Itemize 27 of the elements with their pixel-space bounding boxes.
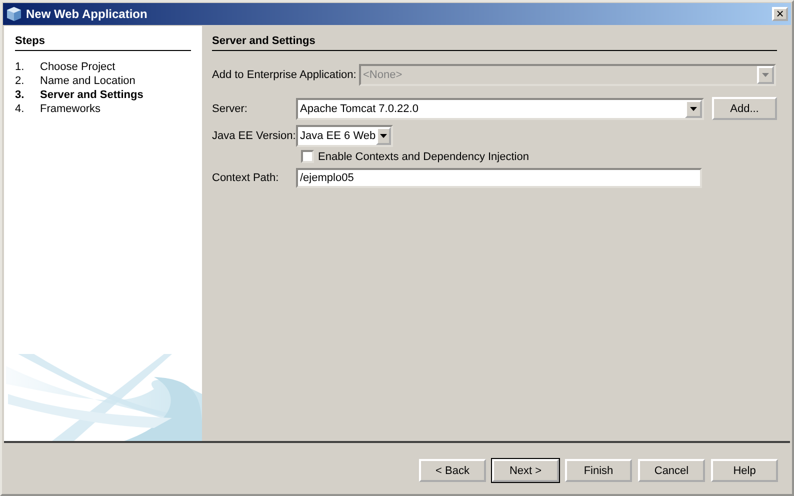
wizard-button[interactable]: < Back [419, 459, 486, 482]
dropdown-arrow-icon [690, 106, 697, 110]
dropdown[interactable]: Java EE 6 Web [296, 125, 393, 147]
steps-heading: Steps [15, 35, 191, 51]
dropdown-arrow-icon [380, 134, 387, 138]
checkbox-label: Enable Contexts and Dependency Injection [318, 150, 529, 162]
field-label: Add to Enterprise Application: [212, 69, 358, 81]
step-item: 1. Choose Project [15, 60, 116, 74]
dropdown[interactable]: Apache Tomcat 7.0.22.0 [296, 98, 704, 120]
checkbox[interactable] [301, 150, 314, 163]
context-path-field[interactable]: /ejemplo05 [296, 168, 702, 188]
window-title: New Web Application [26, 7, 148, 21]
add-button[interactable]: Add... [712, 97, 777, 120]
section-heading: Server and Settings [212, 35, 777, 51]
dropdown-arrow-icon [762, 73, 769, 77]
step-item: 4. Frameworks [15, 102, 102, 116]
field-label: Context Path: [212, 172, 280, 184]
wizard-button[interactable]: Cancel [638, 459, 705, 482]
wizard-button[interactable]: Help [711, 459, 778, 482]
step-item: 2. Name and Location [15, 74, 136, 88]
wizard-button[interactable]: Next > [492, 459, 559, 482]
wizard-button[interactable]: Finish [565, 459, 632, 482]
field-label: Java EE Version: [212, 130, 296, 142]
close-button[interactable]: × [772, 7, 788, 21]
cube-icon [6, 6, 22, 22]
field-label: Server: [212, 102, 248, 114]
step-item: 3. Server and Settings [15, 88, 144, 102]
